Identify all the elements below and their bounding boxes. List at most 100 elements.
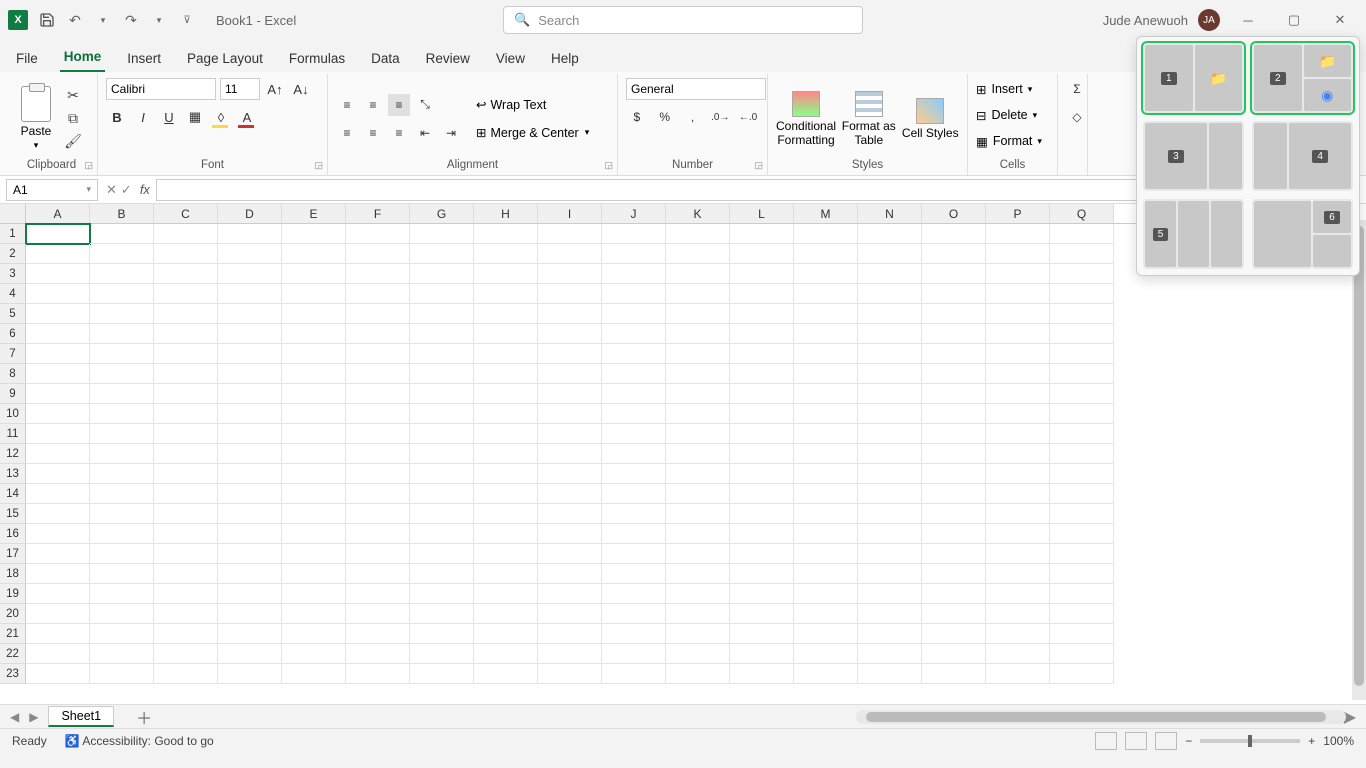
cell[interactable] bbox=[538, 344, 602, 364]
cell[interactable] bbox=[922, 504, 986, 524]
cell[interactable] bbox=[26, 604, 90, 624]
cell[interactable] bbox=[730, 404, 794, 424]
cell[interactable] bbox=[218, 584, 282, 604]
cell[interactable] bbox=[986, 664, 1050, 684]
tab-insert[interactable]: Insert bbox=[123, 45, 165, 72]
cell[interactable] bbox=[282, 404, 346, 424]
cell[interactable] bbox=[602, 384, 666, 404]
snap-layout-2[interactable]: 2 📁 ◉ bbox=[1252, 43, 1353, 113]
cell[interactable] bbox=[666, 244, 730, 264]
paste-button[interactable]: Paste ▾ bbox=[14, 86, 58, 151]
cell[interactable] bbox=[666, 484, 730, 504]
cell[interactable] bbox=[90, 664, 154, 684]
cell[interactable] bbox=[858, 364, 922, 384]
cell[interactable] bbox=[410, 624, 474, 644]
cell[interactable] bbox=[986, 384, 1050, 404]
cell[interactable] bbox=[602, 604, 666, 624]
vertical-scroll-thumb[interactable] bbox=[1354, 226, 1364, 686]
bold-button[interactable]: B bbox=[106, 106, 128, 128]
cell[interactable] bbox=[538, 584, 602, 604]
cell[interactable] bbox=[858, 644, 922, 664]
cell[interactable] bbox=[858, 344, 922, 364]
qat-customize-icon[interactable]: ⊽ bbox=[176, 9, 198, 31]
cell[interactable] bbox=[602, 364, 666, 384]
cell[interactable] bbox=[154, 404, 218, 424]
cell[interactable] bbox=[666, 324, 730, 344]
cell[interactable] bbox=[154, 284, 218, 304]
cell[interactable] bbox=[1050, 524, 1114, 544]
name-box[interactable]: A1▾ bbox=[6, 179, 98, 201]
cell[interactable] bbox=[922, 564, 986, 584]
cancel-formula-icon[interactable]: ✕ bbox=[106, 182, 117, 198]
cell[interactable] bbox=[986, 224, 1050, 244]
cell[interactable] bbox=[154, 584, 218, 604]
cell[interactable] bbox=[346, 404, 410, 424]
cell[interactable] bbox=[538, 224, 602, 244]
cell[interactable] bbox=[1050, 624, 1114, 644]
cell[interactable] bbox=[282, 524, 346, 544]
cell[interactable] bbox=[1050, 424, 1114, 444]
cell[interactable] bbox=[794, 644, 858, 664]
cell[interactable] bbox=[410, 584, 474, 604]
cell[interactable] bbox=[282, 324, 346, 344]
cell[interactable] bbox=[410, 364, 474, 384]
cell[interactable] bbox=[410, 264, 474, 284]
cell[interactable] bbox=[666, 264, 730, 284]
close-button[interactable]: ✕ bbox=[1322, 6, 1358, 34]
cell[interactable] bbox=[1050, 284, 1114, 304]
cell[interactable] bbox=[986, 364, 1050, 384]
cell[interactable] bbox=[218, 524, 282, 544]
cell[interactable] bbox=[922, 304, 986, 324]
cell[interactable] bbox=[346, 444, 410, 464]
cell[interactable] bbox=[858, 264, 922, 284]
cell[interactable] bbox=[90, 264, 154, 284]
row-header[interactable]: 21 bbox=[0, 624, 26, 644]
column-header[interactable]: G bbox=[410, 204, 474, 223]
row-header[interactable]: 5 bbox=[0, 304, 26, 324]
cell[interactable] bbox=[26, 364, 90, 384]
cell[interactable] bbox=[90, 304, 154, 324]
cell[interactable] bbox=[602, 524, 666, 544]
cell[interactable] bbox=[1050, 404, 1114, 424]
cell[interactable] bbox=[26, 624, 90, 644]
cell[interactable] bbox=[410, 304, 474, 324]
cell[interactable] bbox=[218, 544, 282, 564]
row-header[interactable]: 22 bbox=[0, 644, 26, 664]
normal-view-icon[interactable] bbox=[1095, 732, 1117, 750]
number-launcher-icon[interactable]: ◲ bbox=[754, 160, 763, 171]
cell[interactable] bbox=[282, 464, 346, 484]
cell[interactable] bbox=[858, 524, 922, 544]
cell[interactable] bbox=[538, 564, 602, 584]
cell[interactable] bbox=[730, 504, 794, 524]
cell[interactable] bbox=[538, 284, 602, 304]
cell[interactable] bbox=[282, 484, 346, 504]
cell[interactable] bbox=[602, 224, 666, 244]
row-header[interactable]: 15 bbox=[0, 504, 26, 524]
percent-format-icon[interactable]: % bbox=[654, 106, 676, 128]
cell[interactable] bbox=[474, 384, 538, 404]
cell[interactable] bbox=[602, 644, 666, 664]
cell[interactable] bbox=[986, 404, 1050, 424]
cell-styles-button[interactable]: Cell Styles bbox=[902, 98, 959, 140]
tab-review[interactable]: Review bbox=[422, 45, 474, 72]
cell[interactable] bbox=[986, 644, 1050, 664]
add-sheet-button[interactable]: ＋ bbox=[136, 705, 152, 729]
cell[interactable] bbox=[90, 364, 154, 384]
cell[interactable] bbox=[26, 224, 90, 244]
cell[interactable] bbox=[154, 504, 218, 524]
row-header[interactable]: 23 bbox=[0, 664, 26, 684]
row-header[interactable]: 6 bbox=[0, 324, 26, 344]
cell[interactable] bbox=[282, 284, 346, 304]
cell[interactable] bbox=[1050, 364, 1114, 384]
cell[interactable] bbox=[26, 584, 90, 604]
page-break-view-icon[interactable] bbox=[1155, 732, 1177, 750]
cell[interactable] bbox=[410, 544, 474, 564]
cell[interactable] bbox=[538, 664, 602, 684]
cell[interactable] bbox=[90, 484, 154, 504]
align-bottom-icon[interactable]: ≡ bbox=[388, 94, 410, 116]
cell[interactable] bbox=[346, 544, 410, 564]
cell[interactable] bbox=[794, 324, 858, 344]
cell[interactable] bbox=[282, 624, 346, 644]
snap-layout-4[interactable]: 4 bbox=[1252, 121, 1353, 191]
cell[interactable] bbox=[602, 564, 666, 584]
